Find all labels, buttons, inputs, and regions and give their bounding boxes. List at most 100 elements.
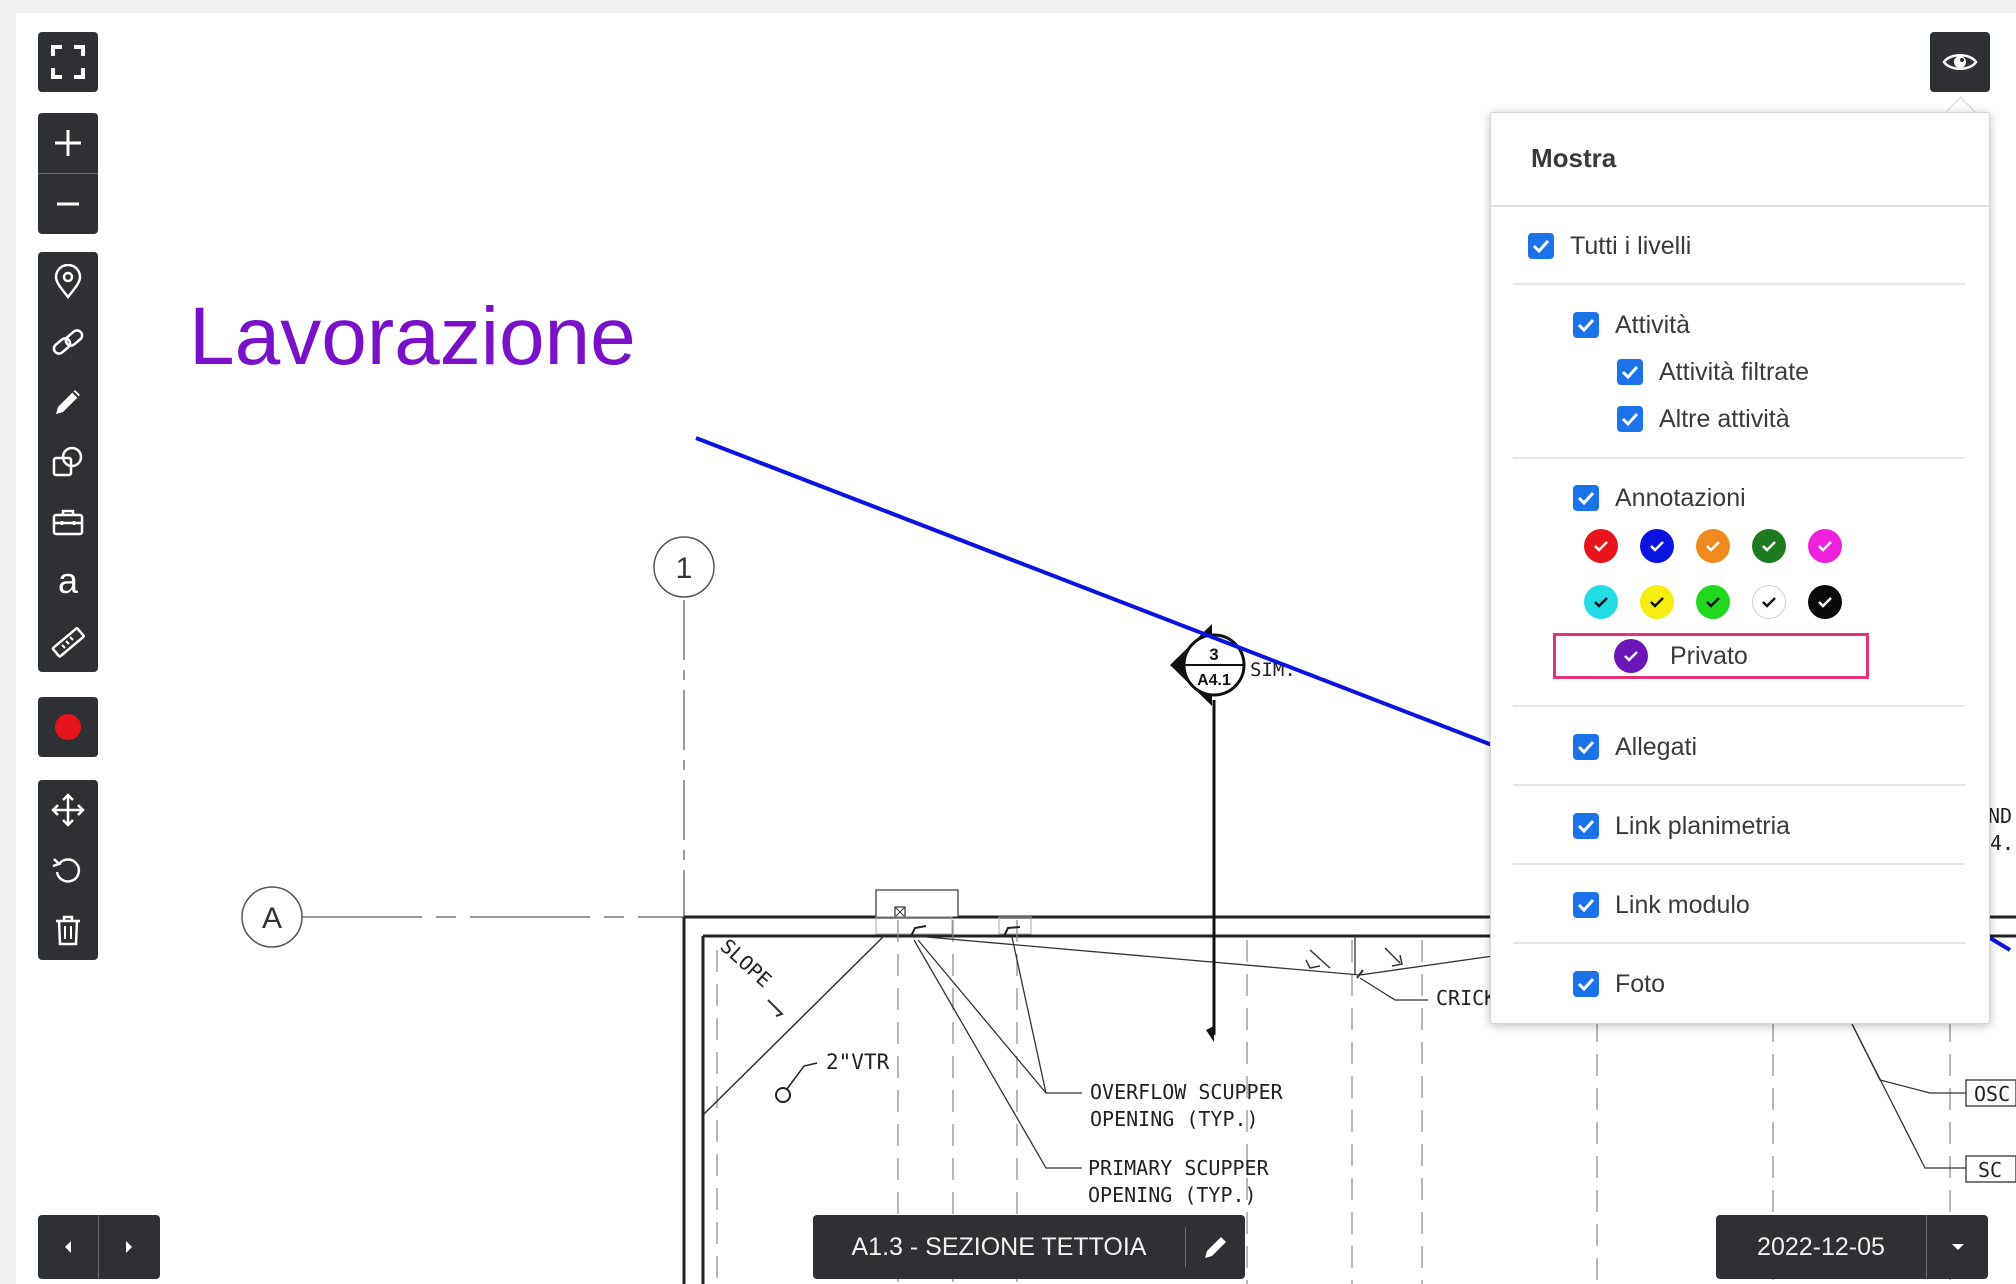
record-button[interactable] (38, 697, 98, 757)
section-tag-sheet: A4.1 (1197, 672, 1231, 689)
zoom-out-button[interactable] (38, 174, 98, 234)
all-levels-checkbox[interactable] (1528, 233, 1554, 259)
toggle-private[interactable]: Privato (1614, 636, 1748, 676)
chevron-left-icon (65, 1241, 71, 1253)
record-group (38, 697, 98, 757)
link-tool-button[interactable] (38, 312, 98, 372)
annotation-color-dot[interactable] (1696, 585, 1730, 619)
annotation-color-dot[interactable] (1640, 585, 1674, 619)
text-tool-button[interactable]: a (38, 552, 98, 612)
markup-line[interactable] (695, 436, 1493, 747)
form-link-checkbox[interactable] (1573, 892, 1599, 918)
activities-label: Attività (1615, 310, 1691, 339)
toggle-annotations[interactable]: Annotazioni (1573, 478, 1746, 518)
delete-button[interactable] (38, 900, 98, 960)
sheet-title-button[interactable]: A1.3 - SEZIONE TETTOIA (813, 1215, 1185, 1279)
text-icon: a (58, 564, 79, 600)
right-note-nd: ND (1988, 804, 2012, 828)
text-annotation[interactable]: Lavorazione (189, 290, 636, 384)
plan-link-label: Link planimetria (1615, 811, 1791, 840)
check-icon (1577, 740, 1595, 754)
prev-page-button[interactable] (38, 1215, 98, 1279)
toggle-photos[interactable]: Foto (1573, 964, 1665, 1004)
toggle-form-link[interactable]: Link modulo (1573, 885, 1750, 925)
next-page-button[interactable] (99, 1215, 159, 1279)
fullscreen-icon (51, 45, 85, 79)
check-icon (1577, 898, 1595, 912)
annotation-color-dot[interactable] (1584, 585, 1618, 619)
activities-checkbox[interactable] (1573, 312, 1599, 338)
right-note-osc: OSC (1974, 1082, 2010, 1106)
panel-title: Mostra (1531, 143, 1617, 173)
check-icon (1621, 365, 1639, 379)
attachments-checkbox[interactable] (1573, 734, 1599, 760)
check-icon (1706, 541, 1720, 552)
annotation-color-dot[interactable] (1752, 529, 1786, 563)
toggle-other-activities[interactable]: Altre attività (1617, 399, 1790, 439)
visibility-toggle-button[interactable] (1930, 32, 1990, 92)
pin-icon (54, 264, 82, 300)
right-note-4: 4. (1990, 831, 2014, 855)
other-activities-label: Altre attività (1659, 404, 1790, 433)
primary-note-line1: PRIMARY SCUPPER (1088, 1156, 1270, 1180)
check-icon (1650, 597, 1664, 608)
eye-icon (1942, 54, 1978, 70)
check-icon (1624, 651, 1638, 662)
edit-sheet-button[interactable] (1186, 1215, 1245, 1279)
toolbox-tool-button[interactable] (38, 492, 98, 552)
vent-symbol (775, 1087, 791, 1103)
record-icon (55, 714, 81, 740)
pin-tool-button[interactable] (38, 252, 98, 312)
attachments-label: Allegati (1615, 732, 1697, 761)
annotation-color-dot[interactable] (1752, 585, 1786, 619)
annotations-label: Annotazioni (1615, 483, 1746, 512)
private-color-dot[interactable] (1614, 639, 1648, 673)
visibility-panel: Mostra Tutti i livelli Attività Attività… (1490, 112, 1990, 1024)
grid-marker-a-label: A (262, 902, 282, 935)
annotation-color-dot[interactable] (1696, 529, 1730, 563)
toggle-activities[interactable]: Attività (1573, 305, 1690, 345)
vtr-note: 2"VTR (826, 1050, 890, 1074)
photos-checkbox[interactable] (1573, 971, 1599, 997)
check-icon (1577, 819, 1595, 833)
check-icon (1818, 597, 1832, 608)
sheet-title-bar: A1.3 - SEZIONE TETTOIA (813, 1215, 1245, 1279)
annotations-checkbox[interactable] (1573, 485, 1599, 511)
pencil-icon (1204, 1237, 1226, 1258)
revision-date-selector: 2022-12-05 (1716, 1215, 1988, 1279)
ruler-tool-button[interactable] (38, 612, 98, 672)
plan-link-checkbox[interactable] (1573, 813, 1599, 839)
shapes-icon (52, 446, 83, 477)
svg-text:a: a (58, 564, 79, 600)
check-icon (1594, 597, 1608, 608)
fullscreen-button[interactable] (38, 32, 98, 92)
annotation-color-dot[interactable] (1808, 529, 1842, 563)
annotation-color-dot[interactable] (1584, 529, 1618, 563)
toolbox-icon (52, 509, 84, 536)
move-button[interactable] (38, 780, 98, 840)
check-icon (1706, 597, 1720, 608)
pencil-tool-button[interactable] (38, 372, 98, 432)
zoom-in-button[interactable] (38, 113, 98, 173)
rotate-icon (52, 858, 81, 883)
chevron-down-icon (1951, 1244, 1964, 1250)
toggle-filtered-activities[interactable]: Attività filtrate (1617, 352, 1809, 392)
minus-icon (57, 202, 79, 206)
shapes-tool-button[interactable] (38, 432, 98, 492)
sheet-title: A1.3 - SEZIONE TETTOIA (851, 1232, 1147, 1261)
toggle-plan-link[interactable]: Link planimetria (1573, 806, 1790, 846)
check-icon (1818, 541, 1832, 552)
revision-date-button[interactable]: 2022-12-05 (1716, 1215, 1926, 1279)
annotation-color-dot[interactable] (1640, 529, 1674, 563)
annotation-color-dot[interactable] (1808, 585, 1842, 619)
filtered-activities-checkbox[interactable] (1617, 359, 1643, 385)
pencil-icon (56, 390, 80, 414)
plan-viewer: 1 A SLOPE 2"VTR OVERFLOW SCUPPER OPENING… (0, 0, 2016, 1284)
other-activities-checkbox[interactable] (1617, 406, 1643, 432)
check-icon (1650, 541, 1664, 552)
toggle-attachments[interactable]: Allegati (1573, 727, 1697, 767)
filtered-activities-label: Attività filtrate (1659, 357, 1810, 386)
revision-dropdown-button[interactable] (1927, 1215, 1988, 1279)
rotate-button[interactable] (38, 840, 98, 900)
toggle-all-levels[interactable]: Tutti i livelli (1528, 226, 1691, 266)
